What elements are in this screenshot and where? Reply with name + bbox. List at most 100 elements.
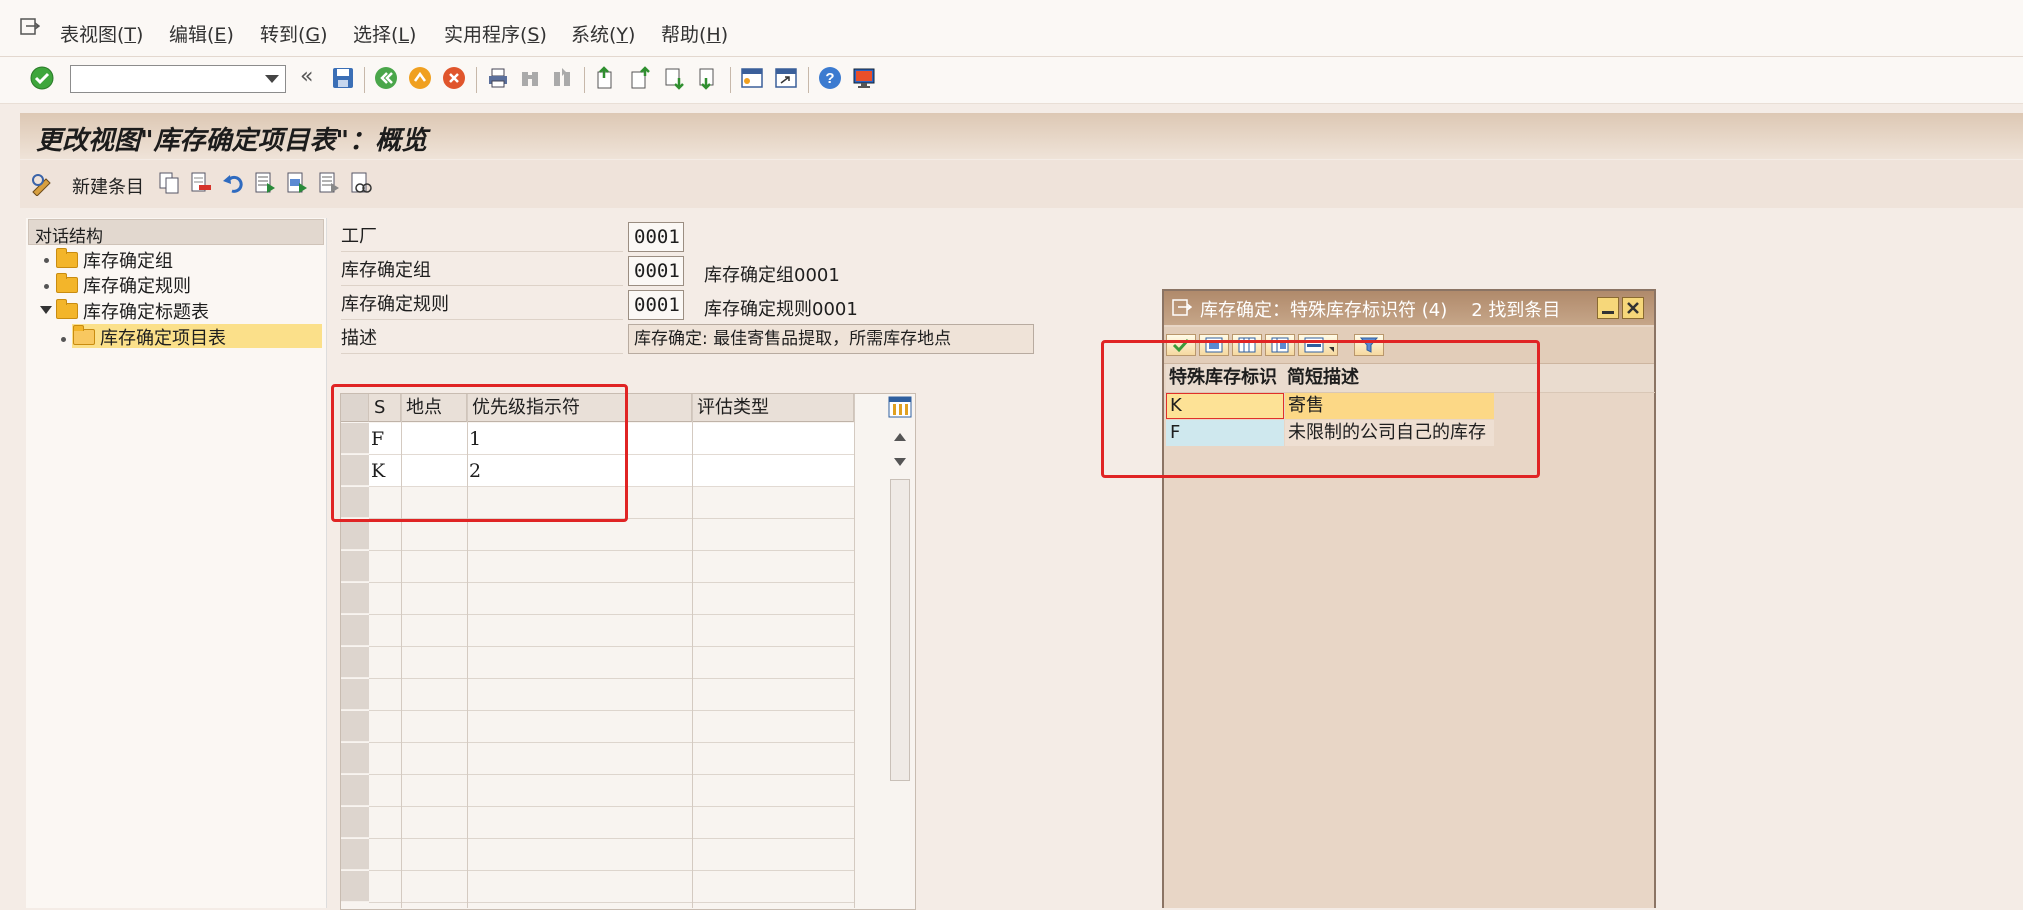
previous-page-icon[interactable] — [628, 66, 652, 90]
stock-group-field[interactable]: 0001 — [628, 256, 684, 286]
new-session-icon[interactable] — [740, 66, 764, 90]
folder-icon — [56, 248, 78, 268]
select-all-icon[interactable] — [254, 171, 276, 195]
row-selector[interactable] — [341, 871, 369, 902]
column-divider — [692, 394, 693, 908]
description-label: 描述 — [341, 324, 623, 354]
empty-table-row — [369, 615, 854, 647]
description-field: 库存确定: 最佳寄售品提取，所需库存地点 — [628, 324, 1034, 354]
tree-item-stock-group[interactable]: 库存确定组 — [56, 248, 173, 272]
folder-icon — [56, 273, 78, 293]
empty-table-row — [369, 519, 854, 551]
tree-item-item-table[interactable]: 库存确定项目表 — [73, 325, 226, 349]
copy-as-icon[interactable] — [158, 171, 180, 195]
empty-table-row — [369, 551, 854, 583]
dialog-structure-header: 对话结构 — [28, 219, 324, 247]
stock-rule-field[interactable]: 0001 — [628, 290, 684, 320]
exit-icon[interactable] — [408, 66, 432, 90]
menu-table-view[interactable]: 表视图(T) — [60, 20, 143, 47]
menu-selection[interactable]: 选择(L) — [353, 20, 416, 47]
minimize-icon — [1602, 311, 1614, 314]
stock-rule-description: 库存确定规则0001 — [704, 299, 858, 320]
scroll-thumb[interactable] — [890, 479, 910, 781]
empty-table-row — [369, 807, 854, 839]
plant-field[interactable]: 0001 — [628, 222, 684, 252]
cancel-icon[interactable] — [442, 66, 466, 90]
highlight-box-popup — [1101, 340, 1540, 478]
deselect-all-icon[interactable] — [318, 171, 340, 195]
toolbar-separator — [808, 67, 809, 93]
svg-text:?: ? — [825, 70, 834, 87]
popup-window-icon — [1172, 299, 1193, 317]
row-selector[interactable] — [341, 679, 369, 710]
table-scrollbar[interactable] — [888, 425, 910, 905]
undo-change-icon[interactable] — [222, 171, 244, 195]
find-icon — [518, 66, 542, 90]
first-page-icon[interactable] — [594, 66, 618, 90]
popup-title: 库存确定：特殊库存标识符 (4) 2 找到条目 — [1200, 300, 1561, 321]
shortcut-icon[interactable] — [774, 66, 798, 90]
toolbar-separator — [730, 67, 731, 93]
plant-label: 工厂 — [341, 222, 623, 252]
row-selector[interactable] — [341, 615, 369, 646]
stock-group-label: 库存确定组 — [341, 256, 623, 286]
row-selector[interactable] — [341, 711, 369, 742]
toolbar-separator — [476, 67, 477, 93]
folder-icon — [56, 299, 78, 319]
column-settings-icon[interactable] — [888, 395, 912, 419]
empty-table-row — [369, 871, 854, 903]
help-icon[interactable]: ? — [818, 66, 842, 90]
expand-triangle-icon[interactable] — [40, 306, 52, 314]
page-title: 更改视图"库存确定项目表"：概览 — [36, 126, 428, 156]
row-selector[interactable] — [341, 647, 369, 678]
menu-system[interactable]: 系统(Y) — [571, 20, 635, 47]
next-page-icon[interactable] — [662, 66, 686, 90]
highlight-box-table — [331, 384, 628, 522]
row-selector[interactable] — [341, 583, 369, 614]
display-change-icon[interactable] — [30, 172, 56, 197]
delete-icon[interactable] — [190, 171, 212, 195]
scroll-up-icon[interactable] — [894, 433, 906, 441]
last-page-icon[interactable] — [696, 66, 720, 90]
empty-table-row — [369, 647, 854, 679]
row-selector[interactable] — [341, 807, 369, 838]
scroll-down-icon[interactable] — [894, 458, 906, 466]
tree-bullet — [44, 284, 49, 289]
save-icon[interactable] — [331, 66, 355, 90]
menu-utilities[interactable]: 实用程序(S) — [444, 20, 547, 47]
empty-table-row — [369, 775, 854, 807]
collapse-chevrons-icon[interactable]: « — [300, 64, 313, 89]
select-block-icon[interactable] — [286, 171, 308, 195]
row-selector[interactable] — [341, 743, 369, 774]
tree-item-stock-rule[interactable]: 库存确定规则 — [56, 273, 191, 297]
toolbar-separator — [364, 67, 365, 93]
new-entries-button[interactable]: 新建条目 — [72, 173, 144, 199]
empty-table-row — [369, 839, 854, 871]
toolbar-separator — [584, 67, 585, 93]
menu-edit[interactable]: 编辑(E) — [169, 20, 234, 47]
tree-bullet — [61, 337, 66, 342]
menu-help[interactable]: 帮助(H) — [661, 20, 728, 47]
layout-menu-icon[interactable] — [852, 66, 876, 90]
close-button[interactable] — [1622, 297, 1644, 319]
empty-table-row — [369, 743, 854, 775]
menu-goto[interactable]: 转到(G) — [260, 20, 328, 47]
row-selector[interactable] — [341, 551, 369, 582]
row-selector[interactable] — [341, 775, 369, 806]
row-selector[interactable] — [341, 519, 369, 550]
find-next-icon — [550, 66, 574, 90]
minimize-button[interactable] — [1597, 297, 1619, 319]
back-icon[interactable] — [374, 66, 398, 90]
system-menu-icon[interactable] — [20, 18, 41, 36]
column-header-valuation-type[interactable]: 评估类型 — [692, 394, 854, 422]
empty-table-row — [369, 583, 854, 615]
row-selector[interactable] — [341, 839, 369, 870]
print-icon[interactable] — [486, 66, 510, 90]
enter-checkmark-icon[interactable] — [30, 66, 54, 90]
print-field-list-icon[interactable] — [350, 171, 372, 195]
stock-group-description: 库存确定组0001 — [704, 265, 840, 286]
tree-item-header-table[interactable]: 库存确定标题表 — [56, 299, 209, 323]
chevron-down-icon[interactable] — [265, 75, 279, 83]
close-icon — [1627, 302, 1639, 314]
command-field[interactable] — [70, 65, 286, 93]
